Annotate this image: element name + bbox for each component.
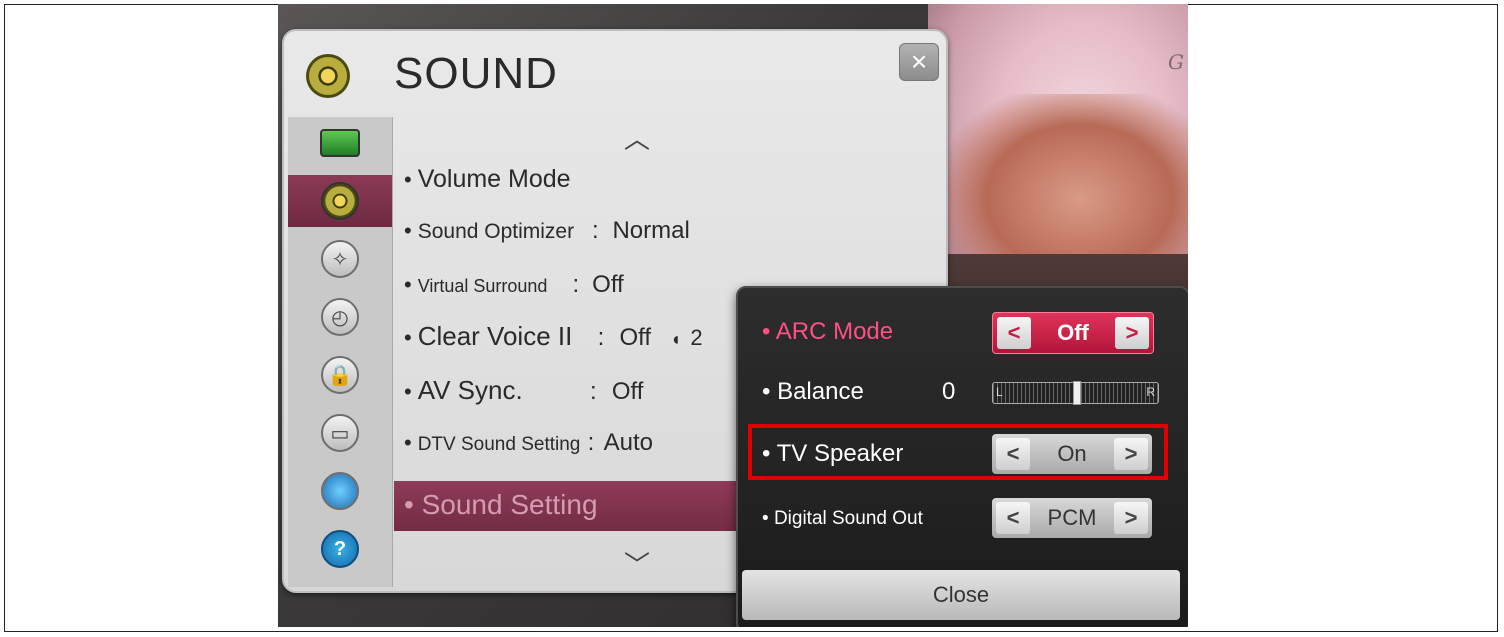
- tv-photo: G SOUND × ✧ ◴ 🔒 ▭ ? ︿ • Volume Mode • Soun…: [278, 4, 1188, 627]
- sidebar-item-lock[interactable]: 🔒: [288, 349, 392, 401]
- clock-icon: ◴: [321, 298, 359, 336]
- item-value: Auto: [603, 429, 653, 456]
- item-label: Virtual Surround: [417, 276, 548, 296]
- item-label: • Sound Setting: [404, 489, 598, 520]
- close-button[interactable]: Close: [742, 570, 1180, 620]
- item-separator: :: [597, 324, 605, 351]
- balance-label: • Balance: [762, 378, 864, 405]
- monitor-icon: [320, 129, 360, 157]
- item-label: Sound Optimizer: [417, 220, 575, 243]
- digital-sound-out-label: • Digital Sound Out: [762, 508, 923, 529]
- list-item-dtv-sound-setting[interactable]: • DTV Sound Setting : Auto: [404, 429, 653, 457]
- row-balance[interactable]: • Balance 0 L R: [752, 366, 1172, 418]
- menu-title: SOUND: [394, 49, 558, 98]
- menu-header: SOUND ×: [284, 31, 946, 117]
- item-separator: :: [572, 271, 580, 298]
- sidebar-item-help[interactable]: ?: [288, 523, 392, 575]
- item-value: Off: [611, 378, 644, 405]
- balance-knob[interactable]: [1073, 381, 1081, 405]
- list-item-clear-voice[interactable]: • Clear Voice II : Off ◖ 2: [404, 321, 703, 352]
- lock-icon: 🔒: [321, 356, 359, 394]
- item-separator: :: [591, 217, 599, 244]
- arc-mode-value: Off: [1057, 320, 1089, 345]
- item-separator: :: [589, 378, 597, 405]
- balance-slider[interactable]: L R: [992, 381, 1159, 405]
- item-separator: :: [587, 429, 595, 456]
- chevron-right-icon[interactable]: >: [1115, 317, 1149, 349]
- sidebar-item-option[interactable]: ▭: [288, 407, 392, 459]
- satellite-icon: ✧: [321, 240, 359, 278]
- arc-mode-stepper[interactable]: < Off >: [992, 312, 1154, 354]
- sound-setting-panel: • ARC Mode < Off > • Balance 0 L R • TV …: [736, 286, 1188, 627]
- sidebar: ✧ ◴ 🔒 ▭ ?: [288, 117, 393, 587]
- chevron-right-icon[interactable]: >: [1114, 502, 1148, 534]
- list-item-av-sync[interactable]: • AV Sync. : Off: [404, 375, 643, 406]
- item-value: Off: [619, 324, 652, 351]
- item-label: AV Sync.: [417, 375, 523, 405]
- voice-icon: ◖: [670, 329, 682, 349]
- chevron-left-icon[interactable]: <: [997, 317, 1031, 349]
- row-digital-sound-out[interactable]: • Digital Sound Out < PCM >: [752, 492, 1172, 544]
- speaker-icon: [321, 182, 359, 220]
- toolbox-icon: ▭: [321, 414, 359, 452]
- background-letter: G: [1168, 50, 1184, 74]
- item-label: DTV Sound Setting: [417, 434, 581, 455]
- sidebar-item-channel[interactable]: ✧: [288, 233, 392, 285]
- tv-speaker-stepper[interactable]: < On >: [992, 434, 1152, 474]
- item-extra: 2: [690, 325, 703, 350]
- list-item-volume-mode[interactable]: • Volume Mode: [404, 165, 571, 194]
- row-tv-speaker[interactable]: • TV Speaker < On >: [748, 424, 1172, 480]
- globe-icon: [321, 472, 359, 510]
- tv-speaker-value: On: [1057, 441, 1087, 466]
- chevron-down-icon[interactable]: ﹀: [624, 545, 650, 582]
- sidebar-item-network[interactable]: [288, 465, 392, 517]
- help-icon: ?: [321, 530, 359, 568]
- item-label: Clear Voice II: [417, 321, 573, 351]
- sidebar-item-time[interactable]: ◴: [288, 291, 392, 343]
- row-arc-mode[interactable]: • ARC Mode < Off >: [752, 306, 1172, 358]
- chevron-left-icon[interactable]: <: [996, 502, 1030, 534]
- close-icon[interactable]: ×: [899, 43, 939, 81]
- sidebar-item-picture[interactable]: [288, 117, 392, 169]
- speaker-icon: [306, 54, 350, 98]
- sidebar-item-sound[interactable]: [288, 175, 392, 227]
- balance-value: 0: [942, 378, 956, 405]
- chevron-right-icon[interactable]: >: [1114, 438, 1148, 470]
- arc-mode-label: • ARC Mode: [762, 318, 894, 345]
- item-value: Off: [592, 271, 624, 298]
- chevron-left-icon[interactable]: <: [996, 438, 1030, 470]
- item-value: Normal: [612, 217, 690, 244]
- balance-left-label: L: [996, 385, 1003, 399]
- balance-right-label: R: [1146, 385, 1155, 399]
- digital-sound-out-value: PCM: [1047, 505, 1097, 530]
- chevron-up-icon[interactable]: ︿: [624, 119, 650, 156]
- tv-speaker-label: • TV Speaker: [762, 440, 904, 467]
- list-item-virtual-surround[interactable]: • Virtual Surround : Off: [404, 271, 624, 299]
- digital-sound-out-stepper[interactable]: < PCM >: [992, 498, 1152, 538]
- item-label: Volume Mode: [417, 165, 571, 193]
- list-item-sound-optimizer[interactable]: • Sound Optimizer : Normal: [404, 217, 690, 245]
